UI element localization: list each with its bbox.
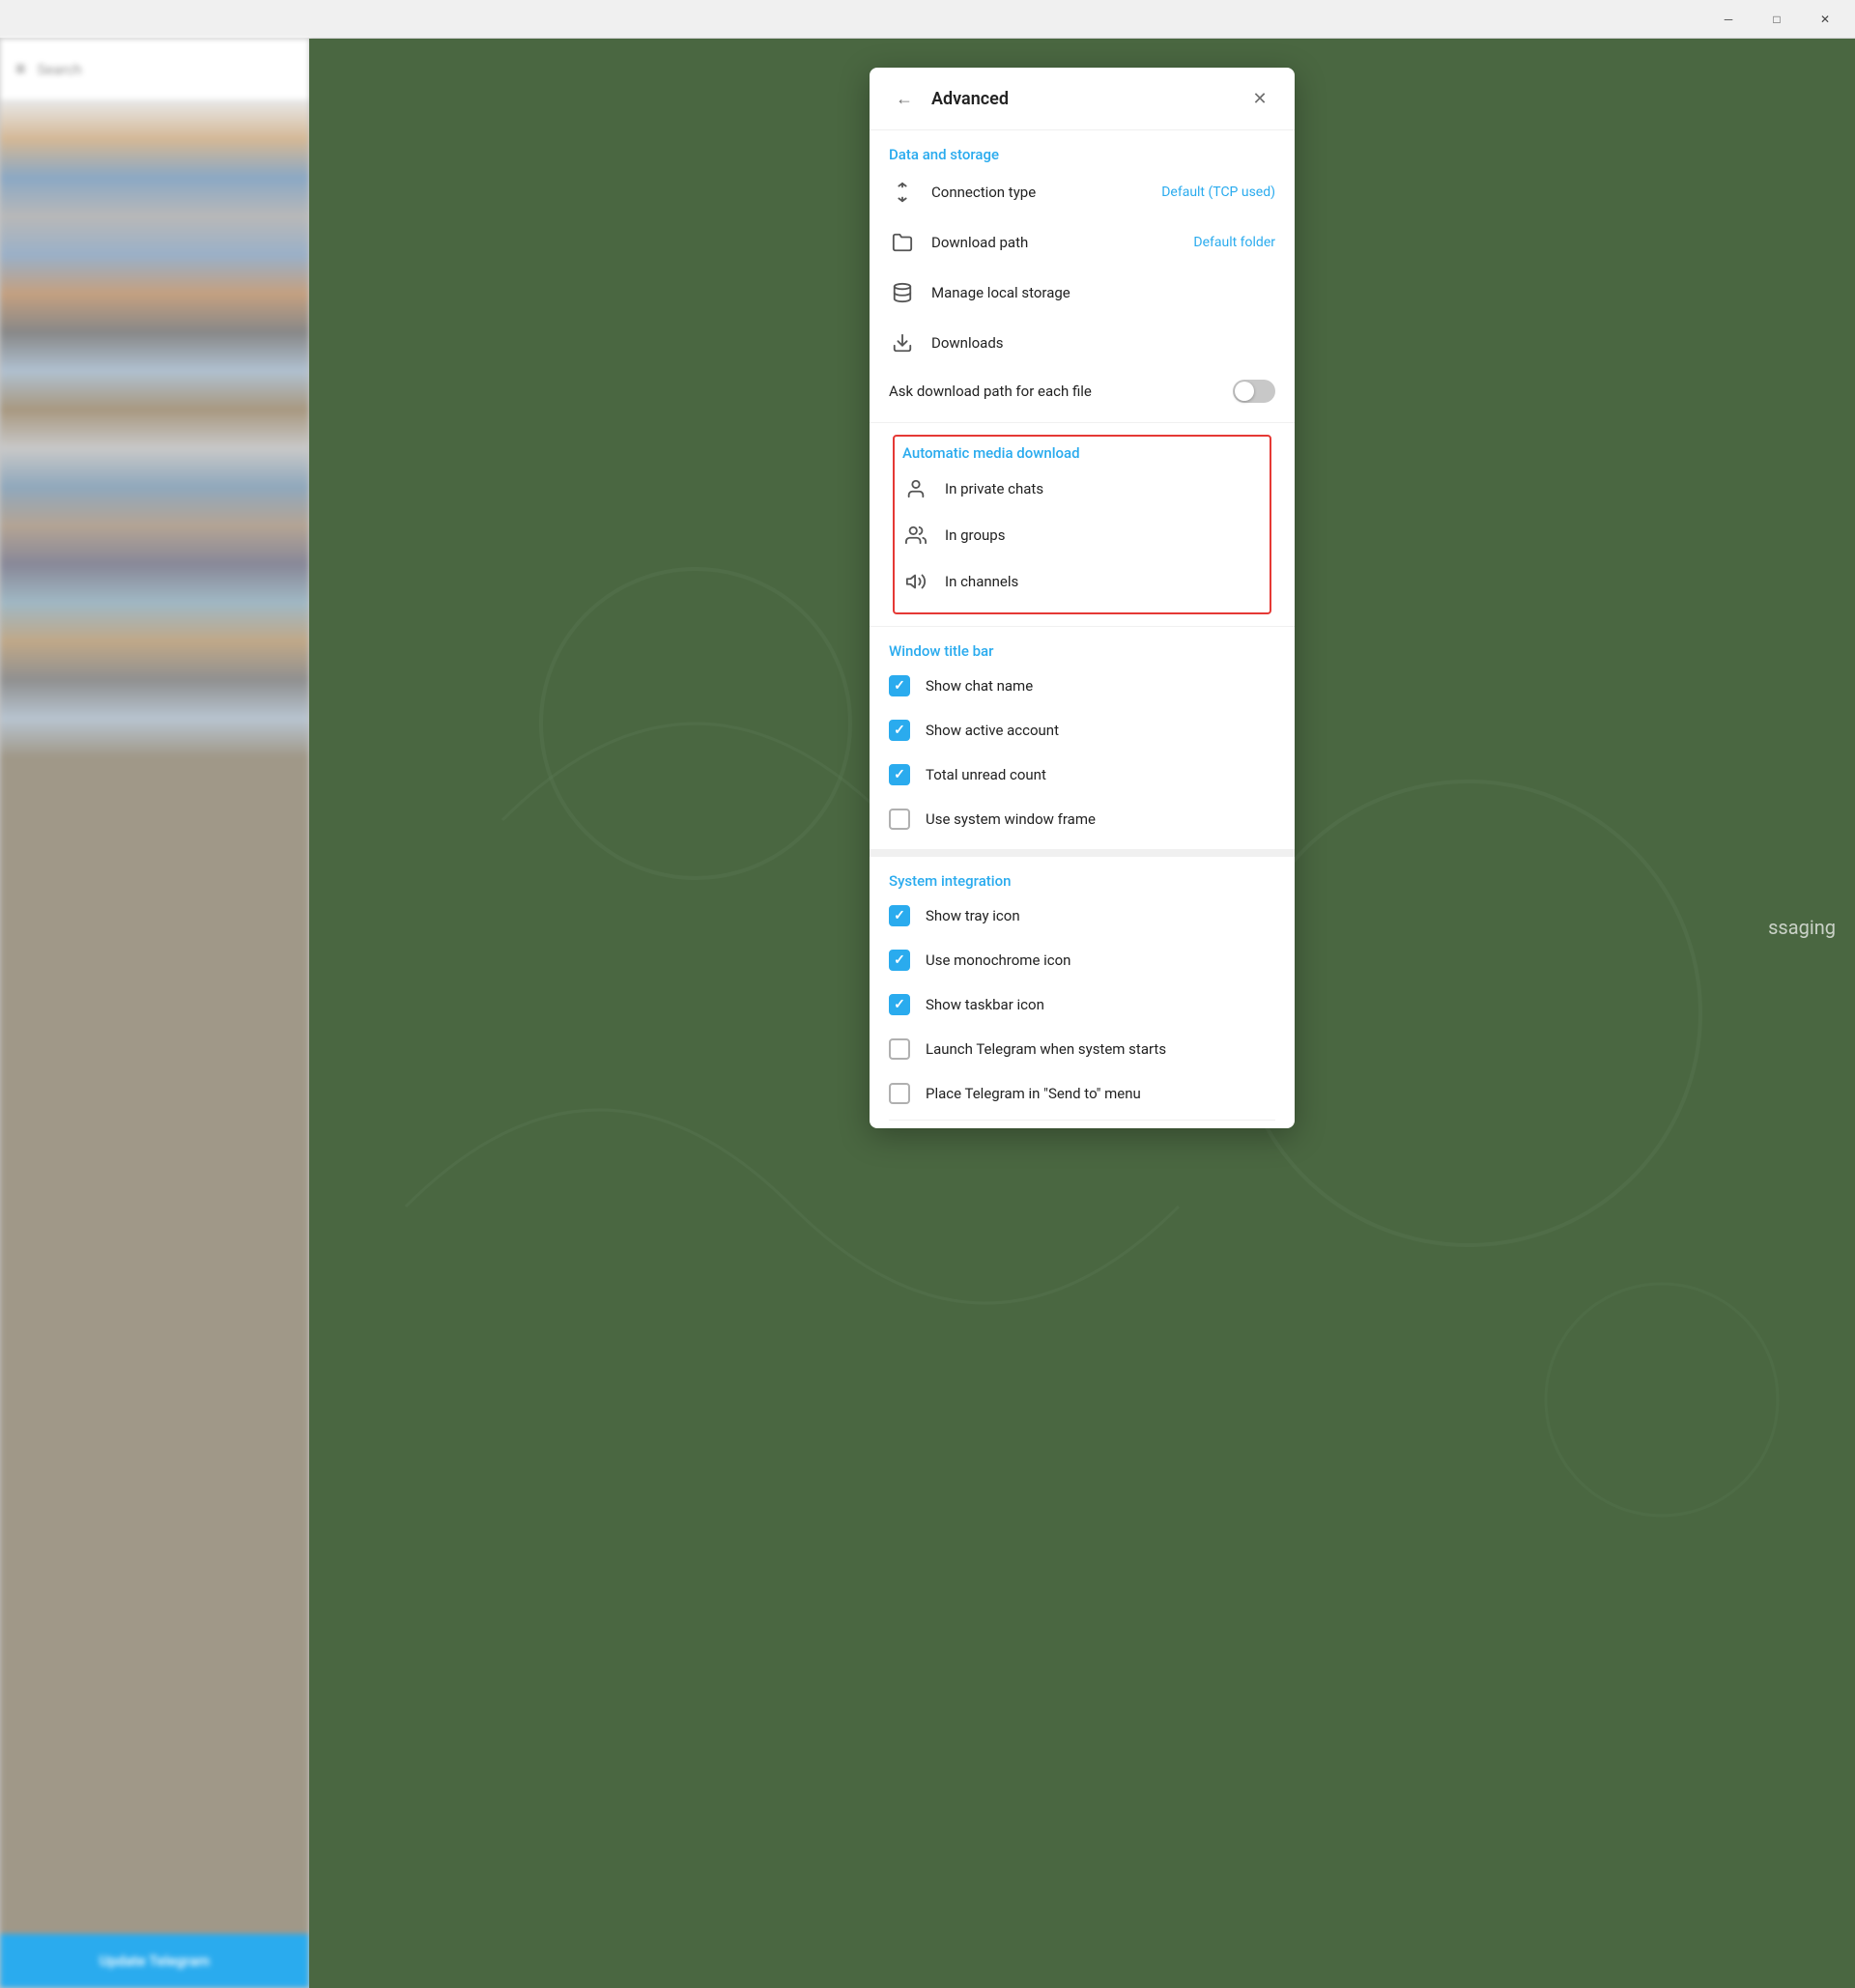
- in-private-chats-row[interactable]: In private chats: [902, 466, 1262, 512]
- section-divider: [870, 849, 1295, 857]
- download-path-row[interactable]: Download path Default folder: [889, 217, 1275, 268]
- groups-icon: [902, 522, 929, 549]
- private-chats-icon: [902, 475, 929, 502]
- use-monochrome-icon-label: Use monochrome icon: [926, 951, 1070, 969]
- auto-media-title: Automatic media download: [902, 444, 1262, 462]
- download-path-icon: [889, 229, 916, 256]
- channels-icon: [902, 568, 929, 595]
- send-to-menu-label: Place Telegram in "Send to" menu: [926, 1085, 1141, 1102]
- total-unread-count-item[interactable]: ✓ Total unread count: [889, 753, 1275, 797]
- modal-overlay: ← Advanced ✕ Data and storage: [309, 39, 1855, 1988]
- close-dialog-button[interactable]: ✕: [1244, 83, 1275, 114]
- dialog-body: Data and storage Co: [870, 130, 1295, 1128]
- use-monochrome-icon-item[interactable]: ✓ Use monochrome icon: [889, 938, 1275, 982]
- dialog-title: Advanced: [931, 89, 1233, 109]
- show-active-account-item[interactable]: ✓ Show active account: [889, 708, 1275, 753]
- divider-1: [870, 422, 1295, 423]
- show-chat-name-item[interactable]: ✓ Show chat name: [889, 664, 1275, 708]
- in-private-chats-label: In private chats: [945, 480, 1262, 497]
- window-close-button[interactable]: ✕: [1803, 4, 1847, 35]
- show-tray-icon-item[interactable]: ✓ Show tray icon: [889, 894, 1275, 938]
- ask-download-path-label: Ask download path for each file: [889, 383, 1217, 400]
- system-integration-section: System integration ✓ Show tray icon ✓: [870, 857, 1295, 1128]
- send-to-menu-checkbox[interactable]: [889, 1083, 910, 1104]
- downloads-row[interactable]: Downloads: [889, 318, 1275, 368]
- in-channels-row[interactable]: In channels: [902, 558, 1262, 605]
- minimize-button[interactable]: ─: [1706, 4, 1751, 35]
- advanced-settings-dialog: ← Advanced ✕ Data and storage: [870, 68, 1295, 1128]
- ask-download-path-row[interactable]: Ask download path for each file: [889, 368, 1275, 414]
- window-chrome: ─ □ ✕: [0, 0, 1855, 39]
- ask-download-path-toggle[interactable]: [1233, 380, 1275, 403]
- app-container: ≡ Search Update Telegram ssaging: [0, 39, 1855, 1988]
- use-system-window-frame-label: Use system window frame: [926, 810, 1096, 828]
- window-title-bar-section: Window title bar ✓ Show chat name ✓: [870, 627, 1295, 849]
- window-title-bar-title: Window title bar: [889, 642, 1275, 660]
- show-chat-name-label: Show chat name: [926, 677, 1033, 695]
- dialog-header: ← Advanced ✕: [870, 68, 1295, 130]
- window-controls: ─ □ ✕: [1706, 4, 1847, 35]
- download-path-label: Download path: [931, 234, 1178, 251]
- use-system-window-frame-checkbox[interactable]: [889, 809, 910, 830]
- show-taskbar-icon-checkbox[interactable]: ✓: [889, 994, 910, 1015]
- show-taskbar-icon-item[interactable]: ✓ Show taskbar icon: [889, 982, 1275, 1027]
- search-label: Search: [38, 61, 82, 78]
- use-system-window-frame-item[interactable]: Use system window frame: [889, 797, 1275, 841]
- sidebar-chat-list: [0, 100, 309, 1934]
- in-channels-label: In channels: [945, 573, 1262, 590]
- total-unread-count-checkbox[interactable]: ✓: [889, 764, 910, 785]
- show-active-account-checkbox[interactable]: ✓: [889, 720, 910, 741]
- sidebar: ≡ Search Update Telegram: [0, 39, 309, 1988]
- main-content: ssaging ← Advanced ✕: [309, 39, 1855, 1988]
- auto-media-container: Automatic media download In private cha: [881, 435, 1283, 614]
- sidebar-search-bar: ≡ Search: [0, 39, 309, 100]
- send-to-menu-item[interactable]: Place Telegram in "Send to" menu: [889, 1071, 1275, 1121]
- in-groups-label: In groups: [945, 526, 1262, 544]
- show-tray-icon-checkbox[interactable]: ✓: [889, 905, 910, 926]
- in-groups-row[interactable]: In groups: [902, 512, 1262, 558]
- manage-storage-label: Manage local storage: [931, 284, 1275, 301]
- show-taskbar-icon-label: Show taskbar icon: [926, 996, 1044, 1013]
- manage-storage-icon: [889, 279, 916, 306]
- data-storage-title: Data and storage: [889, 146, 1275, 163]
- connection-type-row[interactable]: Connection type Default (TCP used): [889, 167, 1275, 217]
- connection-type-label: Connection type: [931, 184, 1146, 201]
- hamburger-icon[interactable]: ≡: [15, 59, 26, 79]
- auto-media-download-section: Automatic media download In private cha: [893, 435, 1271, 614]
- data-storage-section: Data and storage Co: [870, 130, 1295, 422]
- launch-on-startup-checkbox[interactable]: [889, 1038, 910, 1060]
- show-tray-icon-label: Show tray icon: [926, 907, 1020, 924]
- back-button[interactable]: ←: [889, 83, 920, 114]
- download-path-value: Default folder: [1193, 235, 1275, 250]
- launch-on-startup-label: Launch Telegram when system starts: [926, 1040, 1166, 1058]
- show-chat-name-checkbox[interactable]: ✓: [889, 675, 910, 696]
- launch-on-startup-item[interactable]: Launch Telegram when system starts: [889, 1027, 1275, 1071]
- total-unread-count-label: Total unread count: [926, 766, 1046, 783]
- connection-type-icon: [889, 179, 916, 206]
- use-monochrome-icon-checkbox[interactable]: ✓: [889, 950, 910, 971]
- update-telegram-button[interactable]: Update Telegram: [0, 1934, 309, 1988]
- connection-type-value: Default (TCP used): [1161, 185, 1275, 200]
- maximize-button[interactable]: □: [1755, 4, 1799, 35]
- downloads-icon: [889, 329, 916, 356]
- system-integration-title: System integration: [889, 872, 1275, 890]
- manage-local-storage-row[interactable]: Manage local storage: [889, 268, 1275, 318]
- downloads-label: Downloads: [931, 334, 1275, 352]
- show-active-account-label: Show active account: [926, 722, 1059, 739]
